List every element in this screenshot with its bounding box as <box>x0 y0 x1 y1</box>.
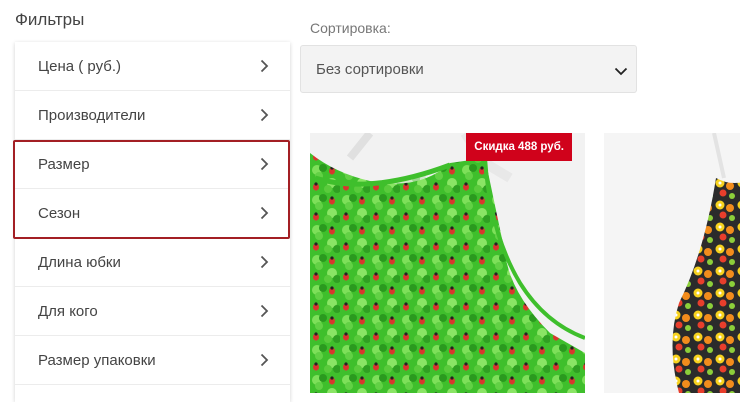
filter-item-for-whom[interactable]: Для кого <box>15 287 290 336</box>
chevron-right-icon <box>260 304 269 318</box>
filter-item-label: Длина юбки <box>38 254 121 271</box>
filter-item-price[interactable]: Цена ( руб.) <box>15 42 290 91</box>
chevron-right-icon <box>260 157 269 171</box>
chevron-right-icon <box>260 353 269 367</box>
filter-item-label: Цена ( руб.) <box>38 58 121 75</box>
sort-label: Сортировка: <box>310 20 391 36</box>
filter-panel: Цена ( руб.) Производители Размер Сезон … <box>15 42 290 402</box>
filter-item-label: Размер упаковки <box>38 352 156 369</box>
chevron-right-icon <box>260 255 269 269</box>
discount-badge: Скидка 488 руб. <box>466 133 572 161</box>
product-card[interactable]: Скидка 488 руб. <box>310 133 585 393</box>
chevron-right-icon <box>260 206 269 220</box>
filter-item-season[interactable]: Сезон <box>15 189 290 238</box>
filter-item-manufacturers[interactable]: Производители <box>15 91 290 140</box>
filter-item-size[interactable]: Размер <box>15 140 290 189</box>
filter-item-skirt-length[interactable]: Длина юбки <box>15 238 290 287</box>
chevron-right-icon <box>260 108 269 122</box>
chevron-right-icon <box>260 59 269 73</box>
filter-item-label: Размер <box>38 156 90 173</box>
filter-item-label: Производители <box>38 107 146 124</box>
filter-item-label: Для кого <box>38 303 98 320</box>
sort-select-value: Без сортировки <box>316 61 424 78</box>
product-image[interactable] <box>604 133 740 393</box>
filter-item-package-size[interactable]: Размер упаковки <box>15 336 290 385</box>
sort-select[interactable]: Без сортировки <box>300 45 637 93</box>
product-card[interactable] <box>604 133 740 393</box>
product-image[interactable] <box>310 133 585 393</box>
chevron-down-icon <box>614 67 628 76</box>
filters-title: Фильтры <box>15 10 85 29</box>
filter-item-label: Сезон <box>38 205 81 222</box>
